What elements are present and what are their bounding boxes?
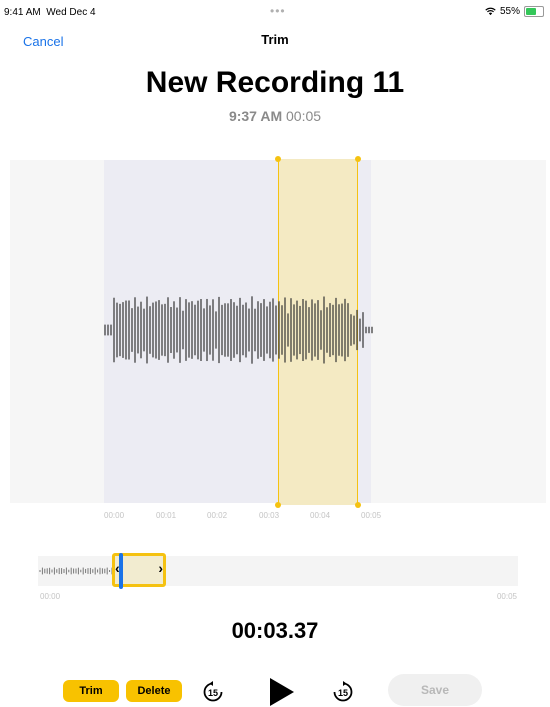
skip-back-15-icon[interactable]: 15 <box>201 680 225 704</box>
trim-button[interactable]: Trim <box>63 680 119 702</box>
tick-label: 00:04 <box>310 511 331 520</box>
status-indicators: 55% <box>485 6 544 17</box>
chevron-right-icon[interactable]: › <box>158 560 163 576</box>
trim-start-handle-bottom[interactable] <box>275 502 281 508</box>
overview-start-label: 00:00 <box>40 592 61 601</box>
recording-meta: 9:37 AM 00:05 <box>0 108 550 124</box>
waveform <box>104 296 373 364</box>
tick-label: 00:00 <box>104 511 125 520</box>
delete-button[interactable]: Delete <box>126 680 182 702</box>
skip-forward-15-icon[interactable]: 15 <box>331 680 355 704</box>
trim-end-handle-top[interactable] <box>355 156 361 162</box>
status-bar: 9:41 AM Wed Dec 4 ••• 55% <box>0 0 550 22</box>
tick-label: 00:03 <box>259 511 280 520</box>
status-time: 9:41 AM Wed Dec 4 <box>4 7 96 18</box>
tick-label: 00:01 <box>156 511 177 520</box>
recording-title: New Recording 11 <box>145 66 405 99</box>
multitasking-dots-icon[interactable]: ••• <box>270 4 286 18</box>
play-icon[interactable] <box>266 677 296 707</box>
playhead[interactable] <box>119 553 123 589</box>
wifi-icon <box>485 7 496 16</box>
skip-back-label: 15 <box>208 688 218 698</box>
tick-label: 00:02 <box>207 511 228 520</box>
nav-title: Trim <box>261 32 289 47</box>
save-button[interactable]: Save <box>388 674 482 706</box>
trim-start-handle-top[interactable] <box>275 156 281 162</box>
recording-time: 9:37 AM <box>228 108 283 124</box>
overview-track[interactable] <box>38 556 518 586</box>
battery-percent: 55% <box>499 6 520 17</box>
trim-end-handle-bottom[interactable] <box>355 502 361 508</box>
overview-end-label: 00:05 <box>496 592 517 601</box>
current-time: 00:03.37 <box>231 618 319 643</box>
battery-icon <box>524 6 544 17</box>
recording-duration: 00:05 <box>286 108 322 124</box>
tick-label: 00:05 <box>361 511 382 520</box>
skip-forward-label: 15 <box>338 688 348 698</box>
